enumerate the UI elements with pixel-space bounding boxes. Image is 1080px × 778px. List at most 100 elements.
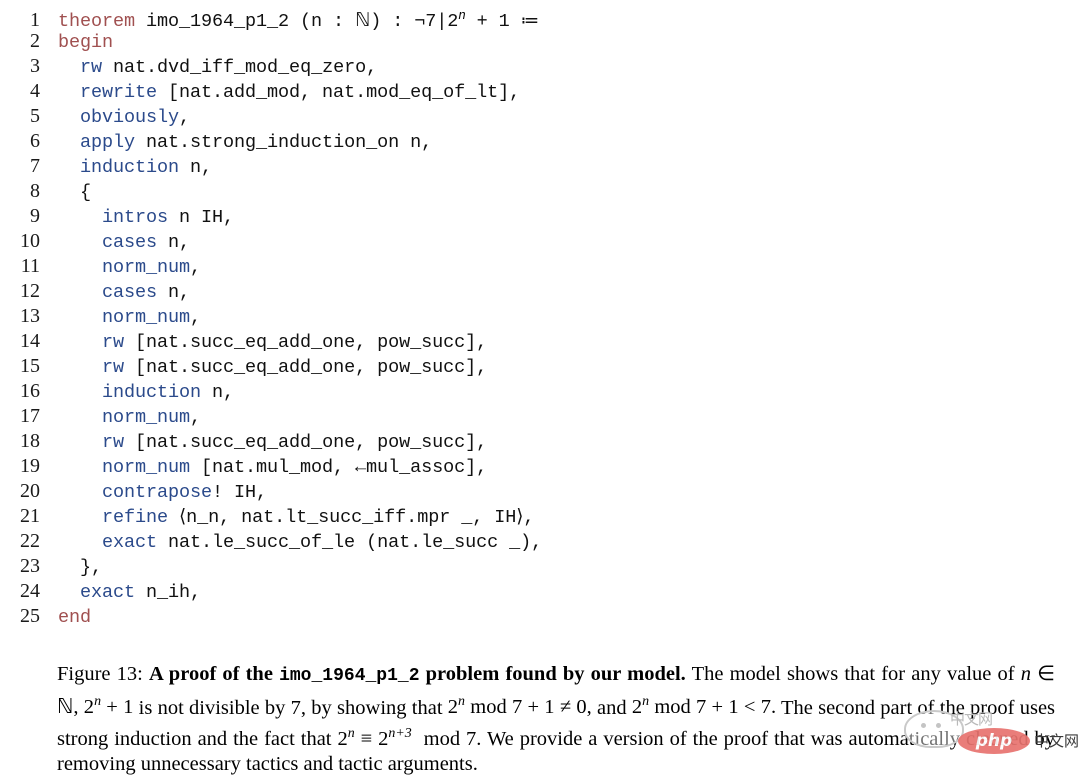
code-text: obviously, <box>40 105 190 130</box>
code-keyword-tactic: contrapose <box>102 482 213 503</box>
code-identifier: n, <box>179 157 213 178</box>
code-text: cases n, <box>40 230 190 255</box>
line-number: 23 <box>20 555 40 577</box>
code-line: 17 norm_num, <box>0 404 1080 429</box>
code-text: contrapose! IH, <box>40 480 267 505</box>
line-number: 18 <box>20 430 40 452</box>
code-text: theorem imo_1964_p1_2 (n : ℕ) : ¬7|2n + … <box>40 4 539 34</box>
code-superscript: n <box>458 9 466 23</box>
code-identifier: }, <box>80 557 103 578</box>
code-identifier: imo_1964_p1_2 (n : <box>135 11 356 33</box>
code-line: 1 theorem imo_1964_p1_2 (n : ℕ) : ¬7|2n +… <box>0 4 1080 32</box>
code-line: 8 { <box>0 179 1080 204</box>
caption-math-4: 2n ≡ 2n+3 mod 7. <box>337 725 482 750</box>
figure-caption: Figure 13: A proof of the imo_1964_p1_2 … <box>57 662 1055 778</box>
line-number: 7 <box>30 155 40 177</box>
code-listing: 1 theorem imo_1964_p1_2 (n : ℕ) : ¬7|2n +… <box>0 4 1080 629</box>
code-text: begin <box>40 30 113 55</box>
code-keyword-tactic: rw <box>80 57 103 78</box>
code-line: 5 obviously, <box>0 104 1080 129</box>
code-keyword-tactic: refine <box>102 507 169 528</box>
code-text: norm_num, <box>40 405 201 430</box>
code-line: 9 intros n IH, <box>0 204 1080 229</box>
code-keyword-tactic: cases <box>102 282 158 303</box>
code-text: rw nat.dvd_iff_mod_eq_zero, <box>40 55 377 80</box>
line-number: 9 <box>30 205 40 227</box>
code-identifier: [nat.add_mod, nat.mod_eq_of_lt], <box>157 82 521 103</box>
code-identifier: [nat.succ_eq_add_one, pow_succ], <box>124 357 488 378</box>
line-number: 16 <box>20 380 40 402</box>
code-keyword-tactic: exact <box>102 532 158 553</box>
code-keyword-tactic: induction <box>102 382 202 403</box>
code-keyword-tactic: rewrite <box>80 82 158 103</box>
code-identifier: [nat.mul_mod, ←mul_assoc], <box>190 457 488 478</box>
code-line: 13 norm_num, <box>0 304 1080 329</box>
code-text: exact n_ih, <box>40 580 201 605</box>
code-text: }, <box>40 555 102 580</box>
code-text: induction n, <box>40 380 234 405</box>
code-keyword-tactic: induction <box>80 157 180 178</box>
code-keyword-tactic: norm_num <box>102 307 191 328</box>
code-keyword-tactic: apply <box>80 132 136 153</box>
line-number: 11 <box>20 255 40 277</box>
caption-title-part1: A proof of the <box>149 663 273 685</box>
code-identifier: + 1 ≔ <box>465 11 540 33</box>
code-identifier: nat.dvd_iff_mod_eq_zero, <box>102 57 378 78</box>
code-identifier: [nat.succ_eq_add_one, pow_succ], <box>124 332 488 353</box>
code-text: { <box>40 180 91 205</box>
code-line: 4 rewrite [nat.add_mod, nat.mod_eq_of_lt… <box>0 79 1080 104</box>
code-identifier: nat.le_succ_of_le (nat.le_succ _), <box>157 532 543 553</box>
code-line: 12 cases n, <box>0 279 1080 304</box>
code-keyword-tactic: norm_num <box>102 407 191 428</box>
code-keyword-tactic: norm_num <box>102 457 191 478</box>
code-text: rw [nat.succ_eq_add_one, pow_succ], <box>40 330 487 355</box>
code-line: 14 rw [nat.succ_eq_add_one, pow_succ], <box>0 329 1080 354</box>
code-keyword-declaration: theorem <box>58 11 136 33</box>
line-number: 2 <box>30 30 40 52</box>
caption-label: Figure 13: <box>57 663 143 685</box>
line-number: 8 <box>30 180 40 202</box>
code-line: 22 exact nat.le_succ_of_le (nat.le_succ … <box>0 529 1080 554</box>
code-line: 16 induction n, <box>0 379 1080 404</box>
caption-body-2: is not divisible by 7, by showing that <box>138 696 443 719</box>
code-keyword-tactic: intros <box>102 207 169 228</box>
line-number: 25 <box>20 605 40 627</box>
code-identifier: n IH, <box>168 207 235 228</box>
caption-body-3: and <box>596 696 627 719</box>
code-keyword-tactic: norm_num <box>102 257 191 278</box>
code-line: 19 norm_num [nat.mul_mod, ←mul_assoc], <box>0 454 1080 479</box>
line-number: 6 <box>30 130 40 152</box>
code-line: 18 rw [nat.succ_eq_add_one, pow_succ], <box>0 429 1080 454</box>
code-identifier: n, <box>201 382 235 403</box>
code-text: norm_num [nat.mul_mod, ←mul_assoc], <box>40 455 487 480</box>
code-text: cases n, <box>40 280 190 305</box>
code-line: 24 exact n_ih, <box>0 579 1080 604</box>
code-line: 23 }, <box>0 554 1080 579</box>
line-number: 17 <box>20 405 40 427</box>
code-line: 15 rw [nat.succ_eq_add_one, pow_succ], <box>0 354 1080 379</box>
code-identifier: , <box>190 407 202 428</box>
caption-title-part2: problem found by our model. <box>425 663 686 685</box>
line-number: 15 <box>20 355 40 377</box>
code-line: 6 apply nat.strong_induction_on n, <box>0 129 1080 154</box>
line-number: 20 <box>20 480 40 502</box>
caption-title-problem-id: imo_1964_p1_2 <box>279 666 420 686</box>
code-identifier: n, <box>157 232 191 253</box>
code-line: 3 rw nat.dvd_iff_mod_eq_zero, <box>0 54 1080 79</box>
code-line: 10 cases n, <box>0 229 1080 254</box>
code-identifier: ⟨n_n, nat.lt_succ_iff.mpr _, IH⟩, <box>168 507 535 528</box>
